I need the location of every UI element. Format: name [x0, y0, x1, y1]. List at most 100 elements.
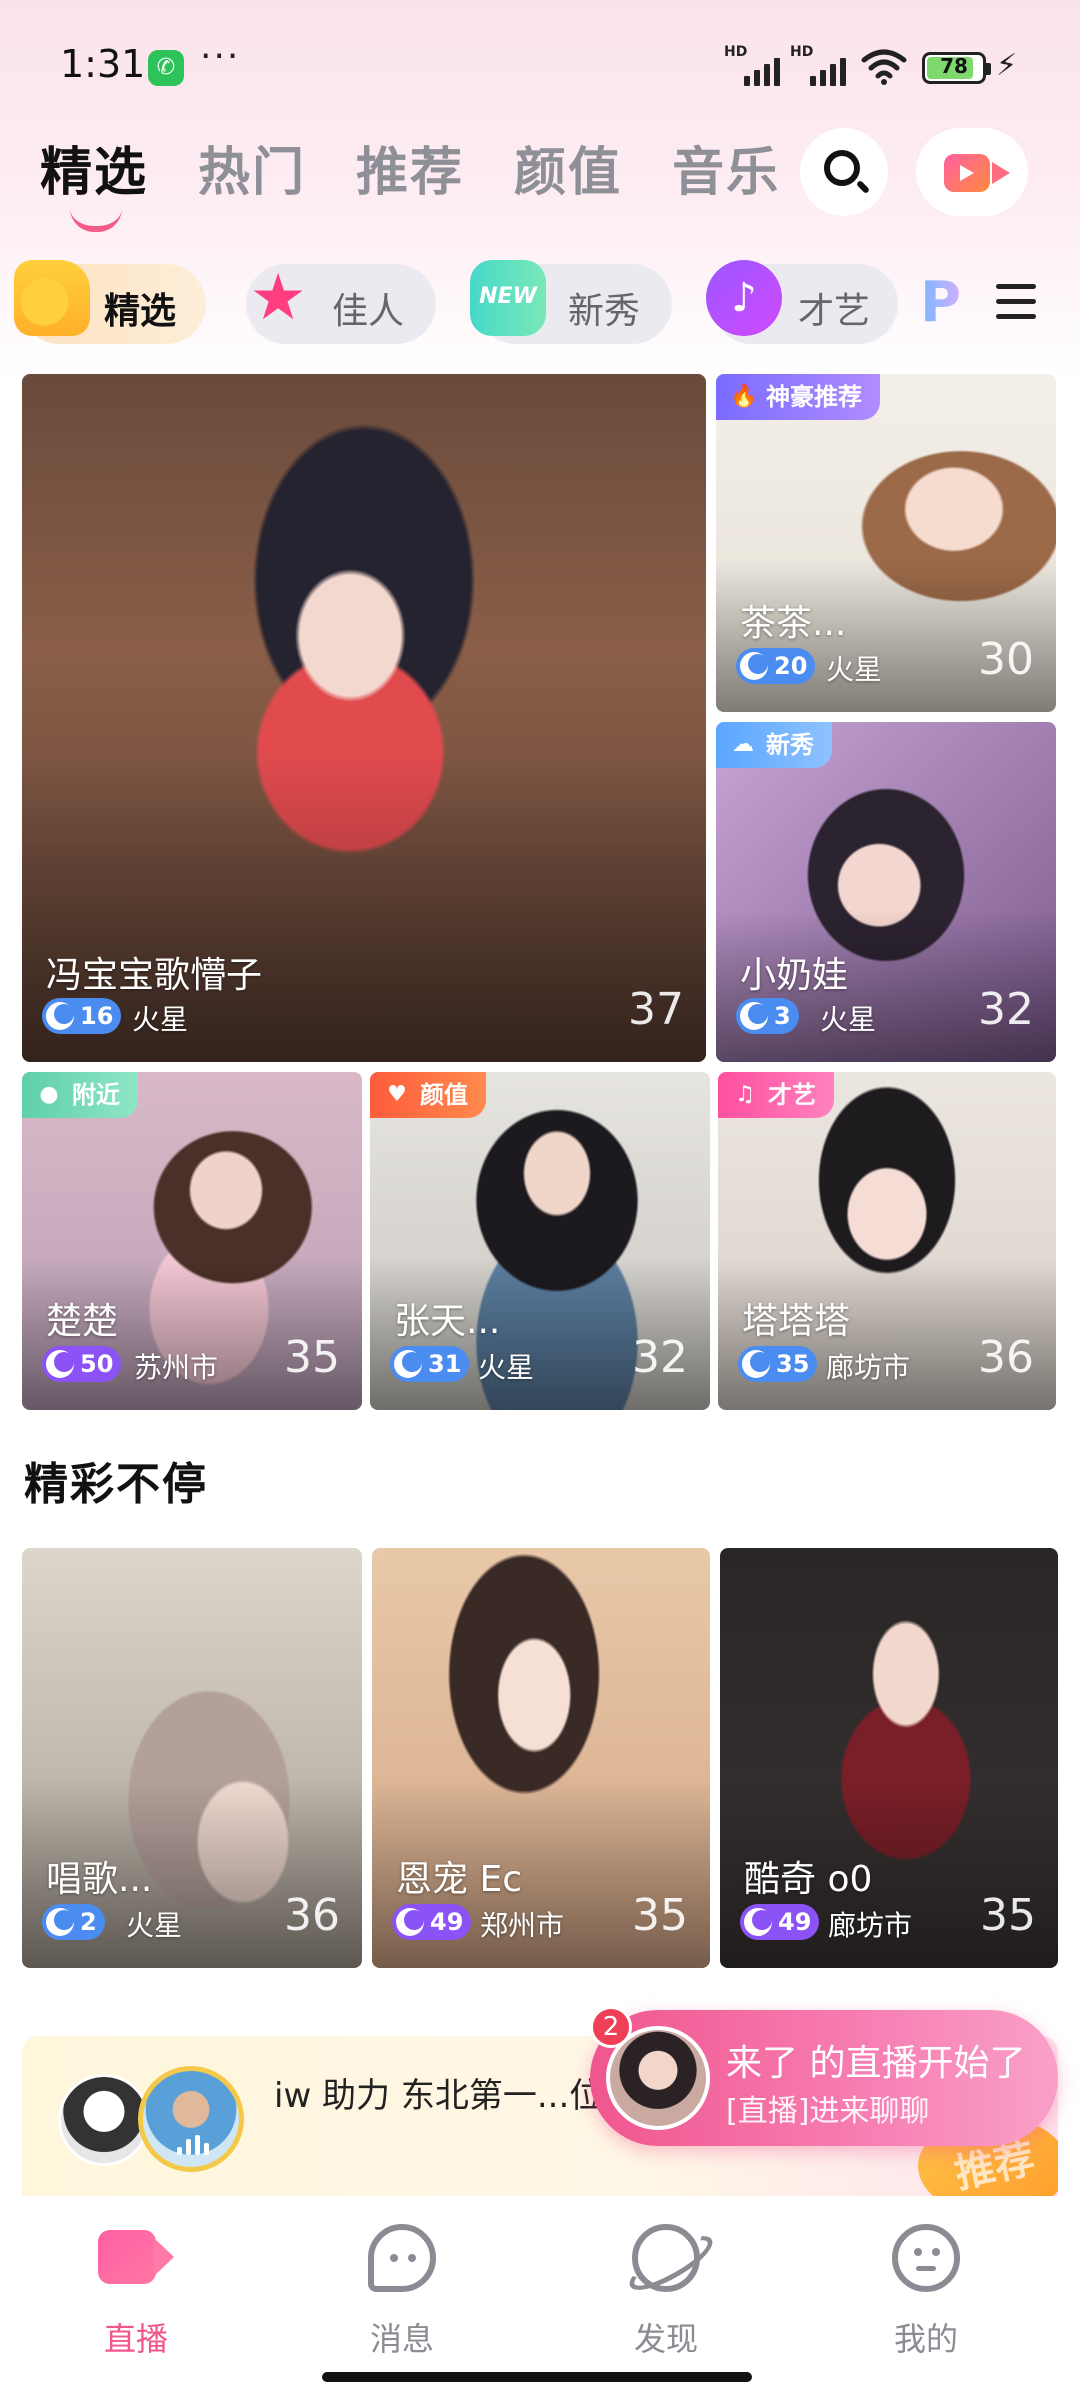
section-title: 精彩不停	[24, 1459, 208, 1510]
viewer-count: 32	[978, 984, 1034, 1035]
bottom-nav: 直播 消息 发现 我的	[0, 2196, 1080, 2400]
level-badge: 2	[42, 1904, 105, 1940]
category-chips: 精选 ★ 佳人 NEW 新秀 ♪ 才艺 P	[14, 260, 1060, 348]
location: 火星	[820, 1003, 877, 1036]
nav-discover[interactable]: 发现	[566, 2214, 766, 2364]
live-start-notification[interactable]: 2 来了 的直播开始了 [直播]进来聊聊	[590, 2006, 1058, 2146]
battery-icon: 78	[922, 52, 991, 84]
live-card-row-3[interactable]: ♫ 才艺 塔塔塔 35 廊坊市 36	[718, 1072, 1056, 1410]
tab-looks[interactable]: 颜值	[514, 130, 622, 205]
main-tabs: 精选 热门 推荐 颜值 音乐	[40, 130, 780, 232]
live-card-more-3[interactable]: 酷奇 o0 49 廊坊市 35	[720, 1548, 1058, 1968]
banner-text: iw 助力 东北第一...位	[274, 2076, 604, 2116]
streamer-name: 小奶娃	[740, 955, 849, 996]
notification-count-badge: 2	[590, 2006, 632, 2048]
live-card-row-1[interactable]: ● 附近 楚楚 50 苏州市 35	[22, 1072, 362, 1410]
location: 火星	[132, 1003, 189, 1036]
level-badge: 31	[390, 1346, 470, 1382]
category-badge: ☁ 新秀	[716, 722, 832, 768]
nav-label: 消息	[369, 2320, 434, 2358]
level-badge: 20	[736, 648, 816, 684]
signal-icon: HD	[724, 44, 780, 86]
nav-profile[interactable]: 我的	[826, 2214, 1026, 2364]
chip-newcomer[interactable]: NEW 新秀	[470, 260, 672, 344]
level-badge: 50	[42, 1346, 122, 1382]
viewer-count: 36	[978, 1332, 1034, 1383]
video-camera-icon	[98, 2230, 174, 2284]
live-card-more-1[interactable]: 唱歌... 2 火星 36	[22, 1548, 362, 1968]
nav-live[interactable]: 直播	[36, 2214, 236, 2364]
category-badge: 🔥 神豪推荐	[716, 374, 880, 420]
live-card-more-2[interactable]: 恩宠 Ec 49 郑州市 35	[372, 1548, 710, 1968]
viewer-count: 32	[632, 1332, 688, 1383]
new-badge-icon: NEW	[470, 260, 546, 336]
viewer-count: 37	[628, 984, 684, 1035]
flame-icon: 🔥	[730, 384, 758, 409]
smiley-face-icon	[892, 2224, 960, 2292]
avatar-live	[138, 2066, 244, 2172]
live-card-side-2[interactable]: ☁ 新秀 小奶娃 3 火星 32	[716, 722, 1056, 1062]
viewer-count: 36	[284, 1890, 340, 1941]
nav-label: 发现	[633, 2320, 698, 2358]
chip-talent[interactable]: ♪ 才艺	[706, 260, 898, 344]
chip-label: 才艺	[798, 291, 871, 332]
search-button[interactable]	[800, 128, 888, 216]
menu-icon[interactable]	[996, 284, 1036, 322]
chip-label: 新秀	[568, 291, 641, 332]
chip-featured[interactable]: 精选	[14, 260, 206, 344]
home-indicator[interactable]	[322, 2372, 752, 2382]
category-badge: ● 附近	[22, 1072, 138, 1118]
location-pin-icon: ●	[39, 1082, 59, 1107]
location: 火星	[126, 1909, 183, 1942]
notification-subtitle: [直播]进来聊聊	[726, 2094, 930, 2129]
wechat-notification-icon: ✆	[148, 50, 184, 86]
thumbs-up-icon	[14, 260, 90, 336]
video-camera-icon	[944, 154, 1010, 192]
streamer-name: 冯宝宝歌懵子	[46, 955, 263, 996]
moon-icon	[740, 652, 768, 680]
category-badge: ♥ 颜值	[370, 1072, 486, 1118]
tab-featured[interactable]: 精选	[40, 130, 148, 232]
viewer-count: 30	[978, 634, 1034, 685]
level-badge: 49	[392, 1904, 472, 1940]
status-time: 1:31	[60, 42, 146, 86]
live-card-side-1[interactable]: 🔥 神豪推荐 茶茶... 20 火星 30	[716, 374, 1056, 712]
streamer-name: 唱歌...	[46, 1859, 153, 1900]
battery-level: 78	[940, 54, 968, 78]
signal-2-icon: HD	[790, 44, 846, 86]
chip-more-p-icon[interactable]: P	[920, 270, 970, 340]
audio-bars-icon	[177, 2135, 217, 2155]
tab-recommend[interactable]: 推荐	[356, 130, 464, 205]
viewer-count: 35	[980, 1890, 1036, 1941]
chat-bubble-icon	[368, 2224, 436, 2292]
charging-icon: ⚡	[996, 48, 1018, 83]
streamer-name: 茶茶...	[740, 603, 847, 644]
viewer-count: 35	[284, 1332, 340, 1383]
cloud-icon: ☁	[732, 732, 754, 757]
live-card-row-2[interactable]: ♥ 颜值 张天... 31 火星 32	[370, 1072, 710, 1410]
location: 火星	[826, 653, 883, 686]
music-note-icon: ♪	[706, 260, 782, 336]
streamer-name: 楚楚	[46, 1301, 119, 1342]
more-notifications-icon: ···	[200, 36, 241, 77]
tab-hot[interactable]: 热门	[198, 130, 306, 205]
chip-label: 精选	[104, 291, 177, 332]
level-badge: 3	[736, 998, 799, 1034]
streamer-name: 张天...	[394, 1301, 501, 1342]
tab-music[interactable]: 音乐	[672, 130, 780, 205]
heart-icon: ♥	[387, 1082, 407, 1107]
wifi-icon	[861, 49, 907, 85]
start-live-button[interactable]	[916, 128, 1028, 216]
location: 廊坊市	[826, 1351, 911, 1384]
nav-messages[interactable]: 消息	[302, 2214, 502, 2364]
level-badge: 16	[42, 998, 122, 1034]
live-card-main[interactable]: 冯宝宝歌懵子 16 火星 37	[22, 374, 706, 1062]
chip-label: 佳人	[332, 291, 405, 332]
moon-icon	[744, 1908, 772, 1936]
location: 火星	[478, 1351, 535, 1384]
chip-beauty[interactable]: ★ 佳人	[246, 261, 436, 344]
star-icon: ★	[249, 261, 307, 335]
streamer-name: 塔塔塔	[742, 1301, 851, 1342]
avatar	[58, 2074, 150, 2166]
moon-icon	[396, 1908, 424, 1936]
